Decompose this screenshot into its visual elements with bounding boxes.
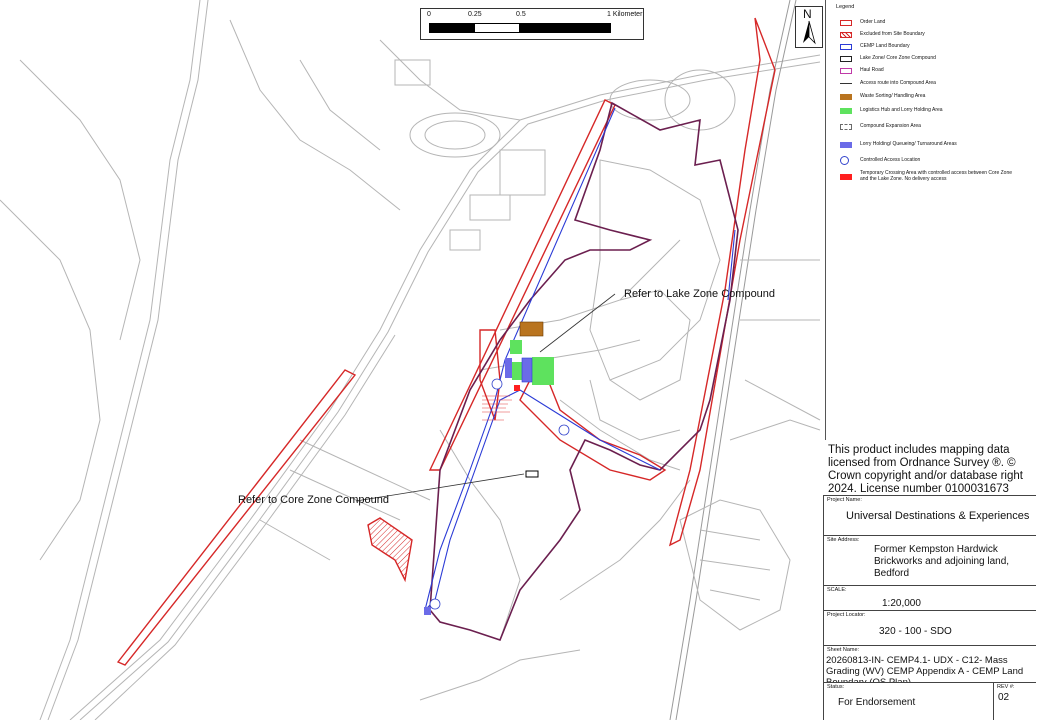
logistics-hub-area-2[interactable] [532,357,554,385]
waste-sorting-area[interactable] [519,321,544,337]
lorry-holding-area[interactable] [521,357,533,383]
project-name-label: Project Name: [827,497,862,503]
scale-segment-1 [429,23,475,33]
scale-label: SCALE: [827,587,847,593]
project-locator-box: Project Locator: 320 - 100 - SDO [823,610,1036,645]
legend-item-label: Lake Zone/ Core Zone Compound [860,54,936,61]
scale-segment-2 [474,23,520,33]
site-address-box: Site Address: Former Kempston Hardwick B… [823,535,1036,585]
legend-symbol-icon [840,31,852,38]
legend-item-label: Haul Road [860,66,884,73]
legend-item-label: Excluded from Site Boundary [860,30,925,37]
legend-symbol-icon [840,123,852,130]
legend-item-label: Temporary Crossing Area with controlled … [860,170,1013,182]
legend-title: Legend [836,4,855,10]
north-arrow: N [795,6,823,48]
site-address-label: Site Address: [827,537,860,543]
legend-item: Access route into Compound Area [840,79,936,88]
project-name: Universal Destinations & Experiences [846,510,1030,522]
legend-symbol-icon [840,156,849,165]
sheet-name-box: Sheet Name: 20260813-IN- CEMP4.1- UDX - … [823,645,1036,688]
scale-segment-3 [519,23,611,33]
legend-item: Lorry Holding/ Queueing/ Turnaround Area… [840,140,957,149]
legend-item: Lake Zone/ Core Zone Compound [840,54,936,63]
legend-item-label: Controlled Access Location [860,156,921,163]
legend-panel: Legend Order Land Excluded from Site Boun… [825,0,1037,440]
legend-item: Waste Sorting/ Handling Area [840,92,925,101]
legend-item: Temporary Crossing Area with controlled … [840,170,1015,182]
legend-item-label: CEMP Land Boundary [860,42,910,49]
logistics-hub-area-1[interactable] [510,340,522,354]
legend-item: Compound Expansion Area [840,122,921,131]
scale-value: 1:20,000 [882,598,921,609]
scale-box: SCALE: 1:20,000 [823,585,1036,610]
scale-tick-05: 0.5 [516,11,526,18]
legend-item-label: Logistics Hub and Lorry Holding Area [860,106,943,113]
callout-core-zone[interactable]: Refer to Core Zone Compound [238,494,389,506]
project-name-box: Project Name: Universal Destinations & E… [823,495,1036,535]
status-value: For Endorsement [838,697,916,708]
legend-symbol-icon [840,67,852,74]
site-address: Former Kempston Hardwick Brickworks and … [874,544,1010,579]
legend-item-label: Compound Expansion Area [860,122,921,129]
project-locator: 320 - 100 - SDO [879,626,952,637]
scale-tick-0: 0 [427,11,431,18]
core-zone-compound[interactable] [525,470,539,478]
legend-item: Order Land [840,18,885,27]
legend-item: Haul Road [840,66,884,75]
rev-label: REV #: [997,684,1015,690]
legend-symbol-icon [840,141,852,148]
lorry-holding-area-2[interactable] [505,358,512,378]
legend-item-label: Order Land [860,18,886,25]
legend-symbol-icon [840,93,852,100]
legend-item: CEMP Land Boundary [840,42,910,51]
status-label: Status: [827,684,845,690]
legend-item-label: Waste Sorting/ Handling Area [860,92,926,99]
north-arrow-icon [803,20,816,45]
legend-symbol-icon [840,19,852,26]
legend-symbol-icon [840,107,852,114]
sheet-name-label: Sheet Name: [827,647,860,653]
legend-item-label: Access route into Compound Area [860,79,936,86]
scale-bar: 0 0.25 0.5 1 Kilometer [420,8,644,40]
legend-symbol-icon [840,43,852,50]
callout-lake-zone[interactable]: Refer to Lake Zone Compound [624,288,775,300]
legend-item: Controlled Access Location [840,156,920,165]
status-box: Status: For Endorsement [823,682,993,720]
scale-tick-025: 0.25 [468,11,482,18]
scale-tick-1km: 1 Kilometer [607,11,643,18]
lorry-holding-area-3[interactable] [424,607,431,615]
rev-value: 02 [998,692,1010,703]
legend-item-label: Lorry Holding/ Queueing/ Turnaround Area… [860,140,957,147]
logistics-hub-area-3[interactable] [512,362,522,380]
legend-item: Excluded from Site Boundary [840,30,925,39]
temporary-crossing-area[interactable] [514,385,520,391]
legend-symbol-icon [840,55,852,62]
rev-box: REV #: 02 [993,682,1036,720]
legend-symbol-icon [840,173,852,180]
legend-item: Logistics Hub and Lorry Holding Area [840,106,943,115]
legend-symbol-icon [840,83,852,84]
project-locator-label: Project Locator: [827,612,866,618]
